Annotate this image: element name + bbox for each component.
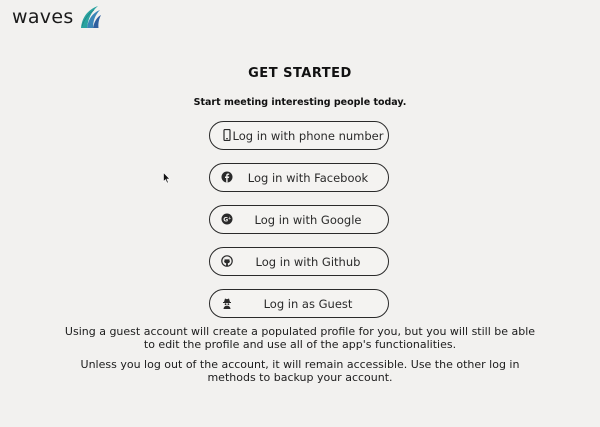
page-title: GET STARTED [248,66,352,81]
login-guest-label: Log in as Guest [263,296,353,311]
mouse-cursor-icon [163,172,171,184]
login-google-button[interactable]: G + Log in with Google [209,205,389,234]
page-subtitle: Start meeting interesting people today. [193,97,407,108]
github-icon [221,255,233,267]
login-google-label: Log in with Google [254,212,362,227]
google-plus-icon: G + [221,213,233,225]
guest-icon [223,298,231,309]
brand-logo[interactable]: waves [12,4,102,30]
logout-info-text: Unless you log out of the account, it wi… [80,358,520,384]
login-github-button[interactable]: Log in with Github [209,247,389,276]
brand-name: waves [12,6,74,28]
login-github-label: Log in with Github [255,254,361,269]
login-facebook-label: Log in with Facebook [247,170,369,185]
login-guest-button[interactable]: Log in as Guest [209,289,389,318]
login-facebook-button[interactable]: Log in with Facebook [209,163,389,192]
facebook-icon [221,171,233,183]
phone-icon [223,129,231,141]
svg-text:+: + [228,216,231,221]
waves-logo-icon [80,6,101,28]
guest-info-text: Using a guest account will create a popu… [64,325,536,351]
login-phone-label: Log in with phone number [232,128,384,143]
login-phone-button[interactable]: Log in with phone number [209,121,389,150]
